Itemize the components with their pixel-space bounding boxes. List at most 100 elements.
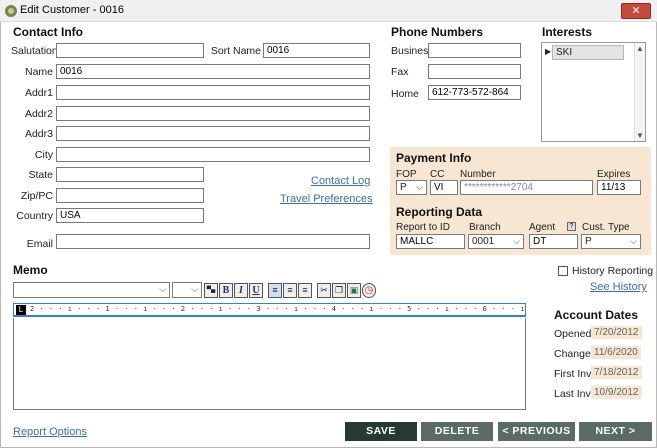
branch-select[interactable]: 0001 ⌵ bbox=[468, 234, 524, 249]
country-input[interactable]: USA bbox=[56, 208, 204, 223]
underline-button[interactable]: U bbox=[249, 283, 263, 298]
copy-icon[interactable]: ❐ bbox=[332, 283, 346, 298]
contact-info-header: Contact Info bbox=[13, 25, 83, 39]
zip-label: Zip/PC bbox=[20, 190, 53, 202]
last-inv-date: 10/9/2012 bbox=[591, 386, 642, 399]
clock-icon[interactable]: ◷ bbox=[362, 283, 376, 298]
first-inv-date: 7/18/2012 bbox=[591, 366, 642, 379]
font-dialog-icon[interactable]: ▀▄ bbox=[204, 283, 218, 298]
city-input[interactable] bbox=[56, 147, 370, 162]
save-button[interactable]: SAVE bbox=[345, 422, 417, 441]
state-label: State bbox=[28, 169, 53, 181]
fop-select[interactable]: P ⌵ bbox=[396, 180, 427, 195]
align-left-icon[interactable]: ≡ bbox=[268, 283, 282, 298]
addr3-label: Addr3 bbox=[24, 128, 53, 140]
ruler-ticks: 2 · · · ı · · · 1 · · · ı · · · 2 · · · … bbox=[30, 305, 524, 313]
cut-icon[interactable]: ✂ bbox=[317, 283, 331, 298]
memo-header: Memo bbox=[13, 263, 48, 277]
close-icon: ✕ bbox=[631, 5, 641, 17]
agent-help-icon[interactable]: ? bbox=[567, 222, 576, 231]
chevron-down-icon: ⌵ bbox=[191, 284, 198, 294]
agent-input[interactable]: DT bbox=[529, 234, 578, 249]
italic-button[interactable]: I bbox=[234, 283, 248, 298]
report-to-input[interactable]: MALLC bbox=[396, 234, 465, 249]
delete-button[interactable]: DELETE bbox=[421, 422, 493, 441]
number-label: Number bbox=[460, 169, 496, 180]
see-history-link[interactable]: See History bbox=[590, 281, 647, 293]
chevron-down-icon: ⌵ bbox=[513, 236, 520, 246]
tab-marker-icon[interactable]: L bbox=[16, 305, 26, 315]
last-inv-label: Last Inv. bbox=[554, 388, 593, 400]
payment-info-header: Payment Info bbox=[396, 151, 472, 165]
cust-type-label: Cust. Type bbox=[582, 222, 630, 233]
country-label: Country bbox=[16, 210, 53, 222]
chevron-down-icon: ⌵ bbox=[159, 284, 166, 294]
bold-button[interactable]: B bbox=[219, 283, 233, 298]
align-center-icon[interactable]: ≡ bbox=[283, 283, 297, 298]
addr2-label: Addr2 bbox=[24, 108, 53, 120]
reporting-data-header: Reporting Data bbox=[396, 205, 483, 219]
email-label: Email bbox=[26, 238, 53, 250]
sort-name-label: Sort Name bbox=[210, 45, 261, 57]
expires-label: Expires bbox=[597, 169, 631, 180]
addr2-input[interactable] bbox=[56, 106, 370, 121]
chevron-down-icon: ⌵ bbox=[416, 182, 423, 192]
next-button[interactable]: NEXT > bbox=[579, 422, 652, 441]
agent-label: Agent bbox=[529, 222, 556, 233]
addr1-label: Addr1 bbox=[24, 87, 53, 99]
interests-scrollbar[interactable]: ▲ ▼ bbox=[634, 43, 645, 141]
city-label: City bbox=[34, 149, 53, 161]
addr3-input[interactable] bbox=[56, 126, 370, 141]
history-reporting-checkbox[interactable] bbox=[558, 266, 568, 276]
home-phone-input[interactable]: 612-773-572-864 bbox=[428, 85, 521, 100]
paste-icon[interactable]: ▣ bbox=[347, 283, 361, 298]
title-bar: Edit Customer - 0016 ✕ bbox=[0, 0, 657, 22]
interests-list[interactable]: ▶ SKI ▲ ▼ bbox=[541, 42, 646, 142]
cc-label: CC bbox=[430, 169, 445, 180]
edit-customer-window: Contact Info Salutation Sort Name 0016 N… bbox=[0, 22, 657, 448]
chevron-down-icon: ⌵ bbox=[630, 236, 637, 246]
fop-label: FOP bbox=[396, 169, 417, 180]
memo-text-area[interactable] bbox=[13, 318, 526, 410]
salutation-label: Salutation bbox=[11, 45, 58, 57]
state-input[interactable] bbox=[56, 167, 204, 182]
previous-button[interactable]: < PREVIOUS bbox=[498, 422, 575, 441]
report-to-label: Report to ID bbox=[396, 222, 450, 233]
cc-number-input[interactable]: ************2704 bbox=[460, 180, 593, 195]
fax-label: Fax bbox=[391, 66, 409, 78]
report-options-link[interactable]: Report Options bbox=[13, 426, 87, 438]
email-input[interactable] bbox=[56, 234, 370, 249]
contact-log-link[interactable]: Contact Log bbox=[311, 175, 370, 187]
phone-numbers-header: Phone Numbers bbox=[391, 25, 484, 39]
font-select[interactable]: ⌵ bbox=[13, 282, 170, 298]
scroll-down-icon[interactable]: ▼ bbox=[636, 131, 644, 140]
cc-input[interactable]: VI bbox=[430, 180, 458, 195]
font-size-select[interactable]: ⌵ bbox=[172, 282, 202, 298]
cust-type-select[interactable]: P ⌵ bbox=[581, 234, 641, 249]
payment-reporting-panel: Payment Info FOP P ⌵ CC VI Number *******… bbox=[390, 147, 651, 255]
salutation-input[interactable] bbox=[56, 43, 204, 58]
expires-input[interactable]: 11/13 bbox=[597, 180, 641, 195]
sort-name-input[interactable]: 0016 bbox=[263, 43, 370, 58]
home-label: Home bbox=[391, 88, 420, 100]
interests-header: Interests bbox=[542, 25, 593, 39]
list-item[interactable]: SKI bbox=[552, 45, 624, 60]
window-title: Edit Customer - 0016 bbox=[20, 4, 124, 16]
close-button[interactable]: ✕ bbox=[621, 3, 651, 19]
name-input[interactable]: 0016 bbox=[56, 64, 370, 79]
travel-preferences-link[interactable]: Travel Preferences bbox=[280, 193, 373, 205]
align-right-icon[interactable]: ≡ bbox=[298, 283, 312, 298]
opened-date: 7/20/2012 bbox=[591, 326, 642, 339]
name-label: Name bbox=[24, 66, 53, 78]
fax-input[interactable] bbox=[428, 64, 521, 79]
changed-date: 11/6/2020 bbox=[591, 346, 641, 359]
first-inv-label: First Inv. bbox=[554, 368, 594, 380]
scroll-up-icon[interactable]: ▲ bbox=[636, 44, 644, 53]
account-dates-header: Account Dates bbox=[554, 308, 639, 322]
zip-input[interactable] bbox=[56, 188, 204, 203]
addr1-input[interactable] bbox=[56, 85, 370, 100]
opened-label: Opened bbox=[554, 328, 592, 340]
app-icon bbox=[5, 5, 17, 17]
memo-ruler: L 2 · · · ı · · · 1 · · · ı · · · 2 · · … bbox=[13, 303, 526, 317]
business-phone-input[interactable] bbox=[428, 43, 521, 58]
